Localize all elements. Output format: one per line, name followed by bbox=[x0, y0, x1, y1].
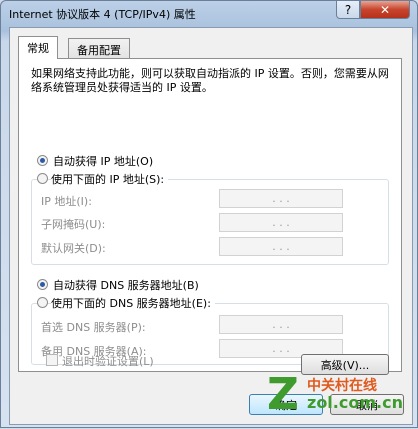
description-text: 如果网络支持此功能，则可以获取自动指派的 IP 设置。否则，您需要从网络系统管理… bbox=[31, 67, 389, 94]
dialog-window: Internet 协议版本 4 (TCP/IPv4) 属性 ? ✕ 常规 备用配… bbox=[0, 0, 418, 428]
manual-ip-radio[interactable] bbox=[37, 173, 48, 184]
window-title: Internet 协议版本 4 (TCP/IPv4) 属性 bbox=[9, 8, 196, 21]
close-icon: ✕ bbox=[379, 2, 391, 17]
tab-alternate-config[interactable]: 备用配置 bbox=[68, 38, 130, 58]
watermark-text-cn: 中关村在线 bbox=[307, 378, 377, 394]
auto-ip-label: 自动获得 IP 地址(O) bbox=[53, 155, 154, 168]
auto-ip-radio[interactable] bbox=[37, 155, 48, 166]
default-gateway-input[interactable]: . . . bbox=[219, 237, 343, 256]
auto-dns-label: 自动获得 DNS 服务器地址(B) bbox=[53, 279, 199, 292]
watermark-z-icon: Z bbox=[267, 369, 299, 420]
ip-address-input[interactable]: . . . bbox=[219, 189, 343, 208]
preferred-dns-label: 首选 DNS 服务器(P): bbox=[41, 321, 146, 334]
watermark-logo: Z 中关村在线 zol.com.cn bbox=[267, 369, 417, 429]
close-button[interactable]: ✕ bbox=[360, 1, 410, 19]
validate-label: 退出时验证设置(L) bbox=[62, 355, 154, 368]
default-gateway-label: 默认网关(D): bbox=[41, 242, 106, 255]
help-button[interactable]: ? bbox=[336, 1, 360, 19]
watermark-text-url: zol.com.cn bbox=[307, 393, 403, 412]
preferred-dns-input[interactable]: . . . bbox=[219, 315, 343, 334]
subnet-mask-input[interactable]: . . . bbox=[219, 213, 343, 232]
manual-ip-label: 使用下面的 IP 地址(S): bbox=[51, 171, 169, 187]
manual-dns-label: 使用下面的 DNS 服务器地址(E): bbox=[51, 295, 215, 311]
tab-general[interactable]: 常规 bbox=[18, 36, 58, 59]
dialog-client: 常规 备用配置 如果网络支持此功能，则可以获取自动指派的 IP 设置。否则，您需… bbox=[9, 27, 413, 425]
manual-dns-radio[interactable] bbox=[37, 297, 48, 308]
ip-address-label: IP 地址(I): bbox=[41, 195, 92, 208]
auto-dns-radio[interactable] bbox=[37, 279, 48, 290]
subnet-mask-label: 子网掩码(U): bbox=[41, 218, 106, 231]
general-panel: 如果网络支持此功能，则可以获取自动指派的 IP 设置。否则，您需要从网络系统管理… bbox=[18, 58, 402, 372]
validate-checkbox[interactable] bbox=[46, 354, 58, 366]
